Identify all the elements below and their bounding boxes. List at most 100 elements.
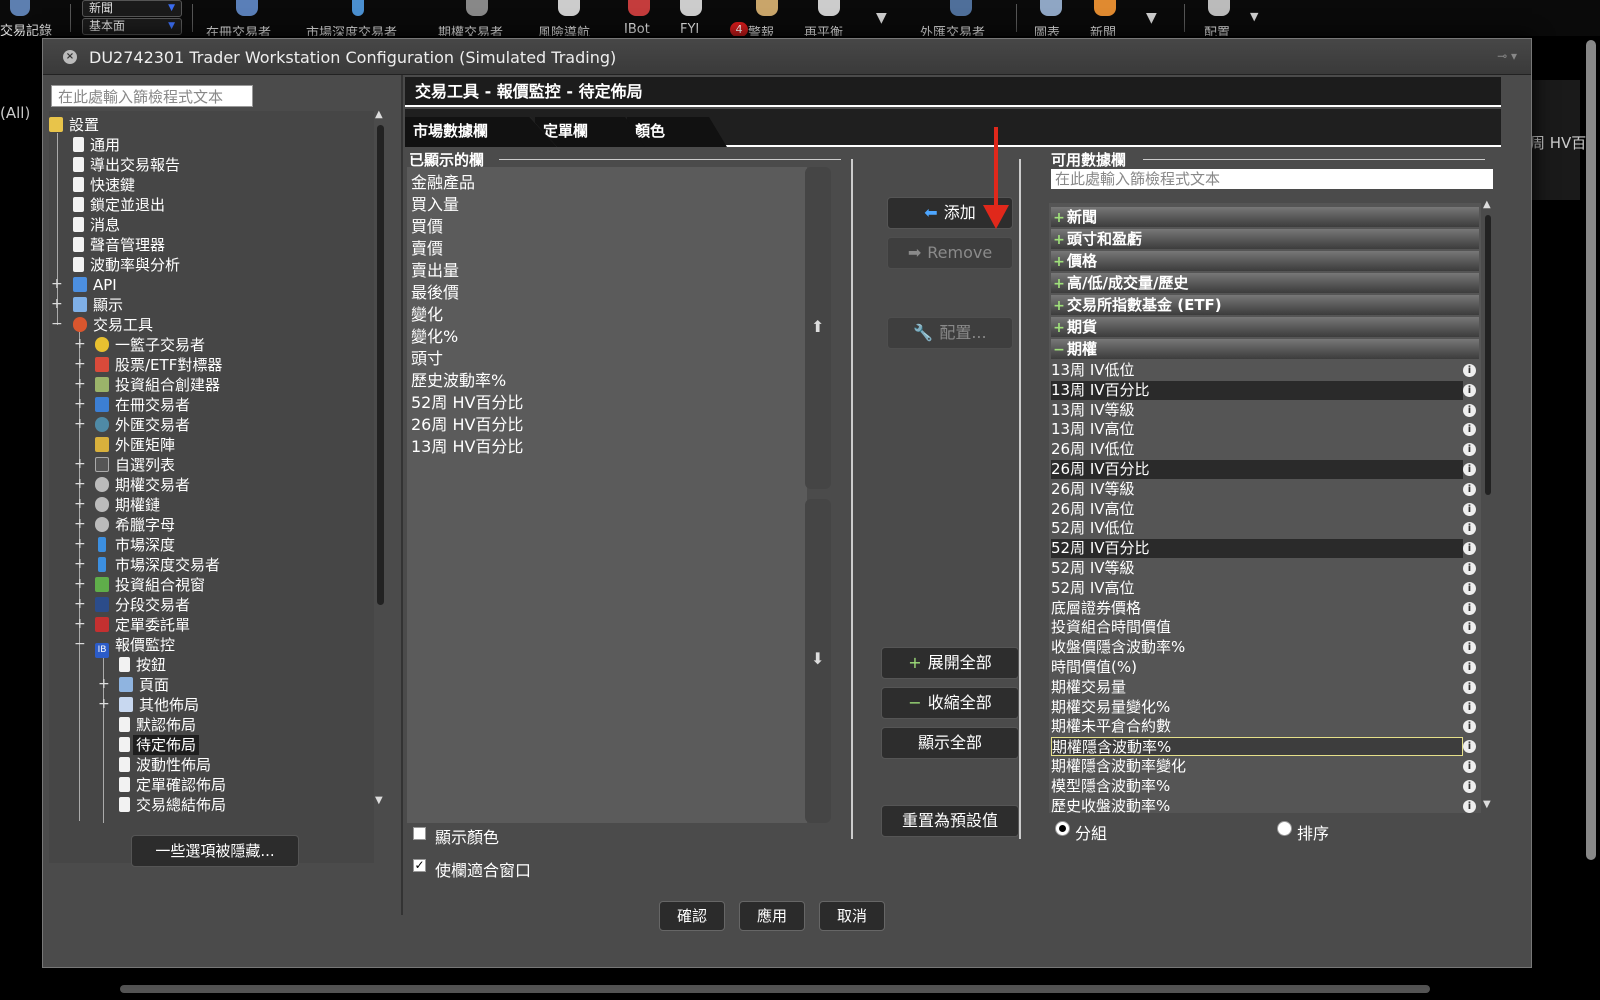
- column-group-header[interactable]: + 交易所指數基金 (ETF): [1051, 295, 1479, 315]
- tree-node-volatility-layout[interactable]: 波動性佈局: [119, 755, 211, 775]
- expand-icon[interactable]: +: [74, 617, 86, 631]
- available-scrollbar[interactable]: ▲ ▼: [1481, 199, 1497, 815]
- tree-node-scale-trader[interactable]: 分段交易者: [95, 595, 190, 615]
- info-icon[interactable]: i: [1463, 680, 1476, 694]
- toolbar-risk-navigator[interactable]: 風險導航: [538, 22, 590, 36]
- expand-icon[interactable]: +: [1051, 252, 1067, 272]
- available-column-item[interactable]: 期權交易量變化%: [1051, 698, 1463, 717]
- shown-column-item[interactable]: 歷史波動率%: [411, 367, 506, 391]
- expand-icon[interactable]: +: [74, 577, 86, 591]
- scroll-up-icon[interactable]: ▲: [375, 109, 383, 120]
- expand-icon[interactable]: +: [1051, 274, 1067, 294]
- toolbar-book-trader[interactable]: 在冊交易者: [206, 22, 271, 36]
- show-colors-checkbox[interactable]: [413, 827, 426, 840]
- toolbar-alerts[interactable]: 警報: [748, 22, 774, 36]
- column-group-header[interactable]: + 高/低/成交量/歷史: [1051, 273, 1479, 293]
- scroll-down-icon[interactable]: ▼: [375, 795, 383, 806]
- scroll-up-icon[interactable]: ▲: [1483, 199, 1491, 210]
- fit-window-checkbox[interactable]: ✓: [413, 859, 426, 872]
- shown-column-item[interactable]: 買價: [411, 213, 443, 237]
- info-icon[interactable]: i: [1463, 779, 1476, 793]
- expand-icon[interactable]: +: [74, 397, 86, 411]
- available-column-item[interactable]: 13周 IV低位: [1051, 361, 1463, 380]
- reset-defaults-button[interactable]: 重置為預設值: [881, 805, 1019, 837]
- expand-icon[interactable]: +: [74, 417, 86, 431]
- settings-filter-input[interactable]: 在此處輸入篩檢程式文本: [51, 85, 253, 107]
- info-icon[interactable]: i: [1463, 760, 1476, 773]
- toolbar-market-depth-trader[interactable]: 市場深度交易者: [306, 22, 397, 36]
- available-scroll-thumb[interactable]: [1485, 215, 1491, 495]
- tree-node-fx-matrix[interactable]: 外匯矩陣: [95, 435, 175, 455]
- available-column-item[interactable]: 期權未平倉合約數: [1051, 717, 1463, 736]
- available-column-item[interactable]: 期權隱含波動率變化: [1051, 757, 1463, 776]
- expand-icon[interactable]: +: [1051, 318, 1067, 338]
- tree-node-messages[interactable]: 消息: [73, 215, 120, 235]
- available-column-item[interactable]: 投資組合時間價值: [1051, 618, 1463, 637]
- info-icon[interactable]: i: [1463, 502, 1476, 516]
- available-column-item[interactable]: 13周 IV等級: [1051, 401, 1463, 420]
- background-scrollbar[interactable]: [1586, 40, 1596, 860]
- group-radio[interactable]: [1055, 821, 1070, 836]
- tree-node-default-layout[interactable]: 默認佈局: [119, 715, 196, 735]
- column-group-header[interactable]: + 期貨: [1051, 317, 1479, 337]
- available-column-item[interactable]: 52周 IV高位: [1051, 579, 1463, 598]
- shown-column-item[interactable]: 頭寸: [411, 345, 443, 369]
- expand-icon[interactable]: +: [74, 537, 86, 551]
- info-icon[interactable]: i: [1463, 740, 1476, 754]
- shown-column-item[interactable]: 13周 HV百分比: [411, 433, 523, 457]
- tree-node-market-depth-trader[interactable]: 市場深度交易者: [95, 555, 220, 575]
- available-column-item[interactable]: 底層證券價格: [1051, 599, 1463, 618]
- available-column-item[interactable]: 52周 IV等級: [1051, 559, 1463, 578]
- info-icon[interactable]: i: [1463, 621, 1476, 635]
- available-column-item[interactable]: 13周 IV百分比: [1051, 380, 1463, 400]
- collapse-all-button[interactable]: − 收縮全部: [881, 687, 1019, 719]
- toolbar-news[interactable]: 新聞: [1090, 22, 1116, 36]
- move-down-button[interactable]: ⬇: [805, 499, 831, 823]
- tree-node-book-trader[interactable]: 在冊交易者: [95, 395, 190, 415]
- info-icon[interactable]: i: [1463, 799, 1476, 813]
- tree-node-export-trade-reports[interactable]: 導出交易報告: [73, 155, 180, 175]
- info-icon[interactable]: i: [1463, 522, 1476, 536]
- info-icon[interactable]: i: [1463, 720, 1476, 734]
- available-column-item[interactable]: 期權交易量: [1051, 678, 1463, 697]
- shown-column-item[interactable]: 26周 HV百分比: [411, 411, 523, 435]
- tree-node-pages[interactable]: 頁面: [119, 675, 169, 695]
- tree-node-order-ticket[interactable]: 定單委託單: [95, 615, 190, 635]
- shown-column-item[interactable]: 最後價: [411, 279, 459, 303]
- available-column-item[interactable]: 收盤價隱含波動率%: [1051, 638, 1463, 657]
- show-all-button[interactable]: 顯示全部: [881, 727, 1019, 759]
- column-group-header[interactable]: + 新聞: [1051, 207, 1479, 227]
- toolbar-configure[interactable]: 配置: [1204, 22, 1230, 36]
- tree-node-watchlist[interactable]: 自選列表: [95, 455, 175, 475]
- move-up-button[interactable]: ⬆: [805, 167, 831, 489]
- tree-node-display[interactable]: 顯示: [73, 295, 123, 315]
- available-column-item[interactable]: 13周 IV高位: [1051, 420, 1463, 439]
- tree-node-lock-and-exit[interactable]: 鎖定並退出: [73, 195, 165, 215]
- available-column-item[interactable]: 26周 IV低位: [1051, 440, 1463, 459]
- hidden-options-button[interactable]: 一些選項被隱藏...: [131, 835, 299, 867]
- tree-node-buttons[interactable]: 按鈕: [119, 655, 166, 675]
- expand-icon[interactable]: +: [74, 337, 86, 351]
- column-group-header[interactable]: − 期權: [1051, 339, 1479, 359]
- toolbar-rebalance[interactable]: 再平衡: [804, 22, 843, 36]
- available-column-item[interactable]: 模型隱含波動率%: [1051, 777, 1463, 796]
- tree-scrollbar[interactable]: ▲ ▼: [373, 109, 389, 863]
- configure-button[interactable]: 🔧 配置...: [887, 317, 1013, 349]
- info-icon[interactable]: i: [1463, 463, 1476, 476]
- ok-button[interactable]: 確認: [659, 901, 725, 931]
- tree-node-market-depth[interactable]: 市場深度: [95, 535, 175, 555]
- expand-icon[interactable]: +: [98, 677, 110, 691]
- sort-radio[interactable]: [1277, 821, 1292, 836]
- info-icon[interactable]: i: [1463, 700, 1476, 714]
- tree-node-trading-tools[interactable]: 交易工具: [73, 315, 153, 335]
- expand-icon[interactable]: +: [51, 277, 63, 291]
- expand-icon[interactable]: +: [74, 377, 86, 391]
- tree-node-basket-trader[interactable]: 一籃子交易者: [95, 335, 205, 355]
- available-column-item[interactable]: 52周 IV低位: [1051, 519, 1463, 538]
- expand-icon[interactable]: +: [1051, 208, 1067, 228]
- shown-column-item[interactable]: 賣出量: [411, 257, 459, 281]
- cancel-button[interactable]: 取消: [819, 901, 885, 931]
- tree-node-portfolio-view[interactable]: 投資組合視窗: [95, 575, 205, 595]
- expand-icon[interactable]: +: [98, 697, 110, 711]
- available-column-item[interactable]: 歷史收盤波動率%: [1051, 797, 1463, 813]
